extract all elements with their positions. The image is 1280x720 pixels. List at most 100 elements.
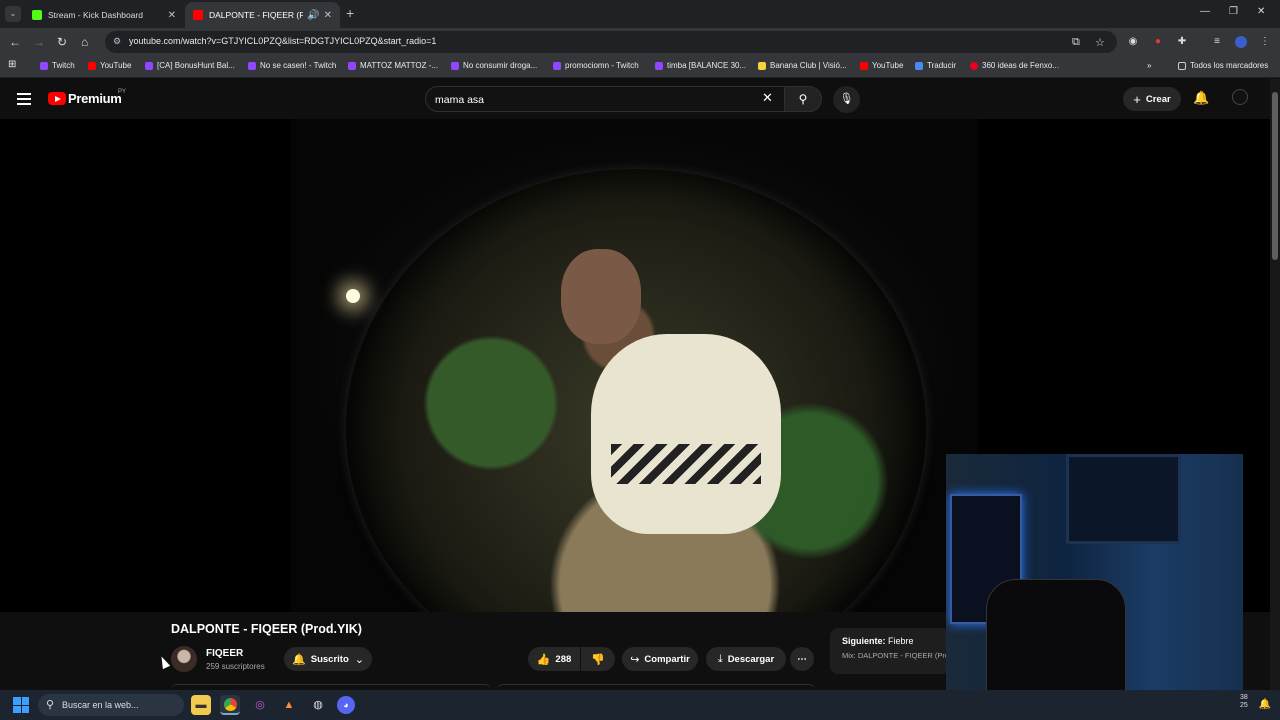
back-button[interactable]: ← (9, 34, 21, 50)
create-button[interactable]: + Crear (1123, 87, 1181, 111)
clear-search-icon[interactable]: ✕ (762, 91, 773, 105)
more-bookmarks-icon[interactable]: » (1147, 61, 1151, 70)
file-explorer-icon[interactable]: ▬ (191, 695, 211, 715)
notifications-bell-icon[interactable]: 🔔 (1193, 90, 1209, 106)
subscribed-button[interactable]: 🔔 Suscrito ⌄ (284, 647, 372, 671)
translate-icon (915, 61, 923, 70)
tab-kick-dashboard[interactable]: Stream - Kick Dashboard ✕ (24, 2, 184, 28)
youtube-icon (860, 61, 868, 70)
twitch-icon (40, 61, 48, 70)
download-icon: ⤓ (717, 652, 723, 665)
apps-grid-icon[interactable]: ⊞ (8, 59, 16, 70)
media-controls-icon[interactable]: ≡ (1211, 36, 1223, 48)
restore-button[interactable]: ❐ (1229, 6, 1238, 17)
menu-hamburger-icon[interactable] (17, 93, 31, 105)
bookmark-item[interactable]: timba [BALANCE 30... (655, 61, 746, 70)
account-avatar[interactable] (1232, 89, 1248, 105)
taskbar-search[interactable]: ⚲ Buscar en la web... (38, 694, 184, 716)
search-input[interactable]: mama asa (425, 86, 785, 112)
bookmark-item[interactable]: Twitch (40, 61, 75, 70)
twitch-icon (145, 61, 153, 70)
plus-icon: + (1133, 91, 1141, 107)
logo-text[interactable]: Premium (68, 91, 122, 106)
channel-avatar[interactable] (171, 646, 197, 672)
bookmark-item[interactable]: MATTOZ MATTOZ -... (348, 61, 438, 70)
site-info-icon[interactable]: ⚙ (113, 36, 124, 47)
webcam-content (1066, 454, 1181, 544)
youtube-icon (88, 61, 96, 70)
bookmark-item[interactable]: No se casen! - Twitch (248, 61, 336, 70)
forward-button[interactable]: → (33, 34, 45, 50)
bookmark-item[interactable]: Banana Club | Visió... (758, 61, 847, 70)
dislike-button[interactable]: 👎 (581, 647, 615, 671)
webcam-overlay (946, 454, 1243, 720)
tab-title: Stream - Kick Dashboard (48, 10, 143, 20)
all-bookmarks-folder[interactable]: Todos los marcadores (1178, 61, 1268, 70)
twitch-icon (248, 61, 256, 70)
minimize-button[interactable]: — (1200, 6, 1210, 17)
search-icon: ⚲ (798, 92, 808, 106)
profile-avatar-icon[interactable] (1235, 36, 1247, 48)
search-icon: ⚲ (46, 699, 55, 711)
share-icon: ↪ (630, 653, 640, 666)
new-tab-button[interactable]: + (346, 6, 354, 20)
bell-icon: 🔔 (292, 653, 306, 666)
chrome-icon[interactable] (220, 695, 240, 715)
address-bar[interactable]: ⚙ youtube.com/watch?v=GTJYICL0PZQ&list=R… (105, 31, 1117, 53)
like-button[interactable]: 👍 288 (528, 647, 580, 671)
close-tab-icon[interactable]: ✕ (324, 10, 332, 21)
bookmark-item[interactable]: No consumir droga... (451, 61, 537, 70)
folder-icon (1178, 61, 1186, 70)
app-icon[interactable]: ◎ (250, 695, 270, 715)
more-actions-button[interactable]: ⋯ (790, 647, 814, 671)
app-icon[interactable]: ▲ (279, 695, 299, 715)
banana-icon (758, 61, 766, 70)
reload-button[interactable]: ↻ (57, 34, 67, 50)
youtube-logo-icon[interactable] (48, 92, 66, 105)
audio-icon[interactable]: 🔊 (307, 10, 319, 21)
bookmark-item[interactable]: promociomn - Twitch (553, 61, 639, 70)
windows-start-icon[interactable] (13, 697, 29, 713)
bookmark-item[interactable]: YouTube (860, 61, 903, 70)
video-content (346, 289, 360, 303)
chevron-down-icon: ⌄ (354, 653, 364, 666)
extension-icon[interactable]: ● (1152, 36, 1164, 48)
bookmark-item[interactable]: YouTube (88, 61, 131, 70)
close-window-button[interactable]: ✕ (1257, 6, 1265, 17)
subscriber-count: 259 suscriptores (206, 662, 265, 671)
discord-icon[interactable]: ◕ (337, 696, 355, 714)
video-content (591, 334, 781, 534)
tab-search-icon[interactable]: ⌄ (5, 6, 21, 22)
share-button[interactable]: ↪ Compartir (622, 647, 698, 671)
extensions-puzzle-icon[interactable]: ✚ (1176, 36, 1188, 48)
thumbs-up-icon: 👍 (536, 653, 551, 666)
search-button[interactable]: ⚲ (784, 86, 822, 112)
channel-name[interactable]: FIQEER (206, 648, 243, 659)
system-clock[interactable]: 38 25 (1240, 694, 1248, 710)
kick-icon (32, 10, 42, 20)
home-button[interactable]: ⌂ (81, 34, 88, 50)
obs-icon[interactable]: ◍ (308, 695, 328, 715)
search-value: mama asa (435, 94, 485, 106)
bookmark-star-icon[interactable]: ☆ (1095, 36, 1105, 49)
video-content (561, 249, 641, 344)
close-tab-icon[interactable]: ✕ (168, 10, 176, 21)
twitch-icon (451, 61, 459, 70)
country-code: PY (118, 89, 127, 95)
bookmark-item[interactable]: [CA] BonusHunt Bal... (145, 61, 235, 70)
twitch-icon (553, 61, 561, 70)
up-next-card[interactable]: Siguiente: Fiebre Mix: DALPONTE - FIQEER… (830, 628, 953, 674)
bookmarks-bar: ⊞ Twitch YouTube [CA] BonusHunt Bal... N… (0, 56, 1280, 78)
more-horizontal-icon: ⋯ (797, 653, 807, 665)
video-frame[interactable] (291, 119, 978, 612)
menu-kebab-icon[interactable]: ⋮ (1259, 36, 1271, 48)
bookmark-item[interactable]: Traducir (915, 61, 956, 70)
scrollbar-thumb[interactable] (1272, 92, 1278, 260)
bookmark-item[interactable]: 360 ideas de Fenxo... (970, 61, 1059, 70)
install-app-icon[interactable]: ⧉ (1072, 36, 1080, 49)
tab-youtube-video[interactable]: DALPONTE - FIQEER (Prod. 🔊 ✕ (185, 2, 340, 28)
extension-icon[interactable]: ◉ (1127, 36, 1139, 48)
notification-icon[interactable]: 🔔 (1255, 695, 1275, 715)
download-button[interactable]: ⤓ Descargar (706, 647, 786, 671)
voice-search-button[interactable]: 🎙 (833, 86, 860, 113)
